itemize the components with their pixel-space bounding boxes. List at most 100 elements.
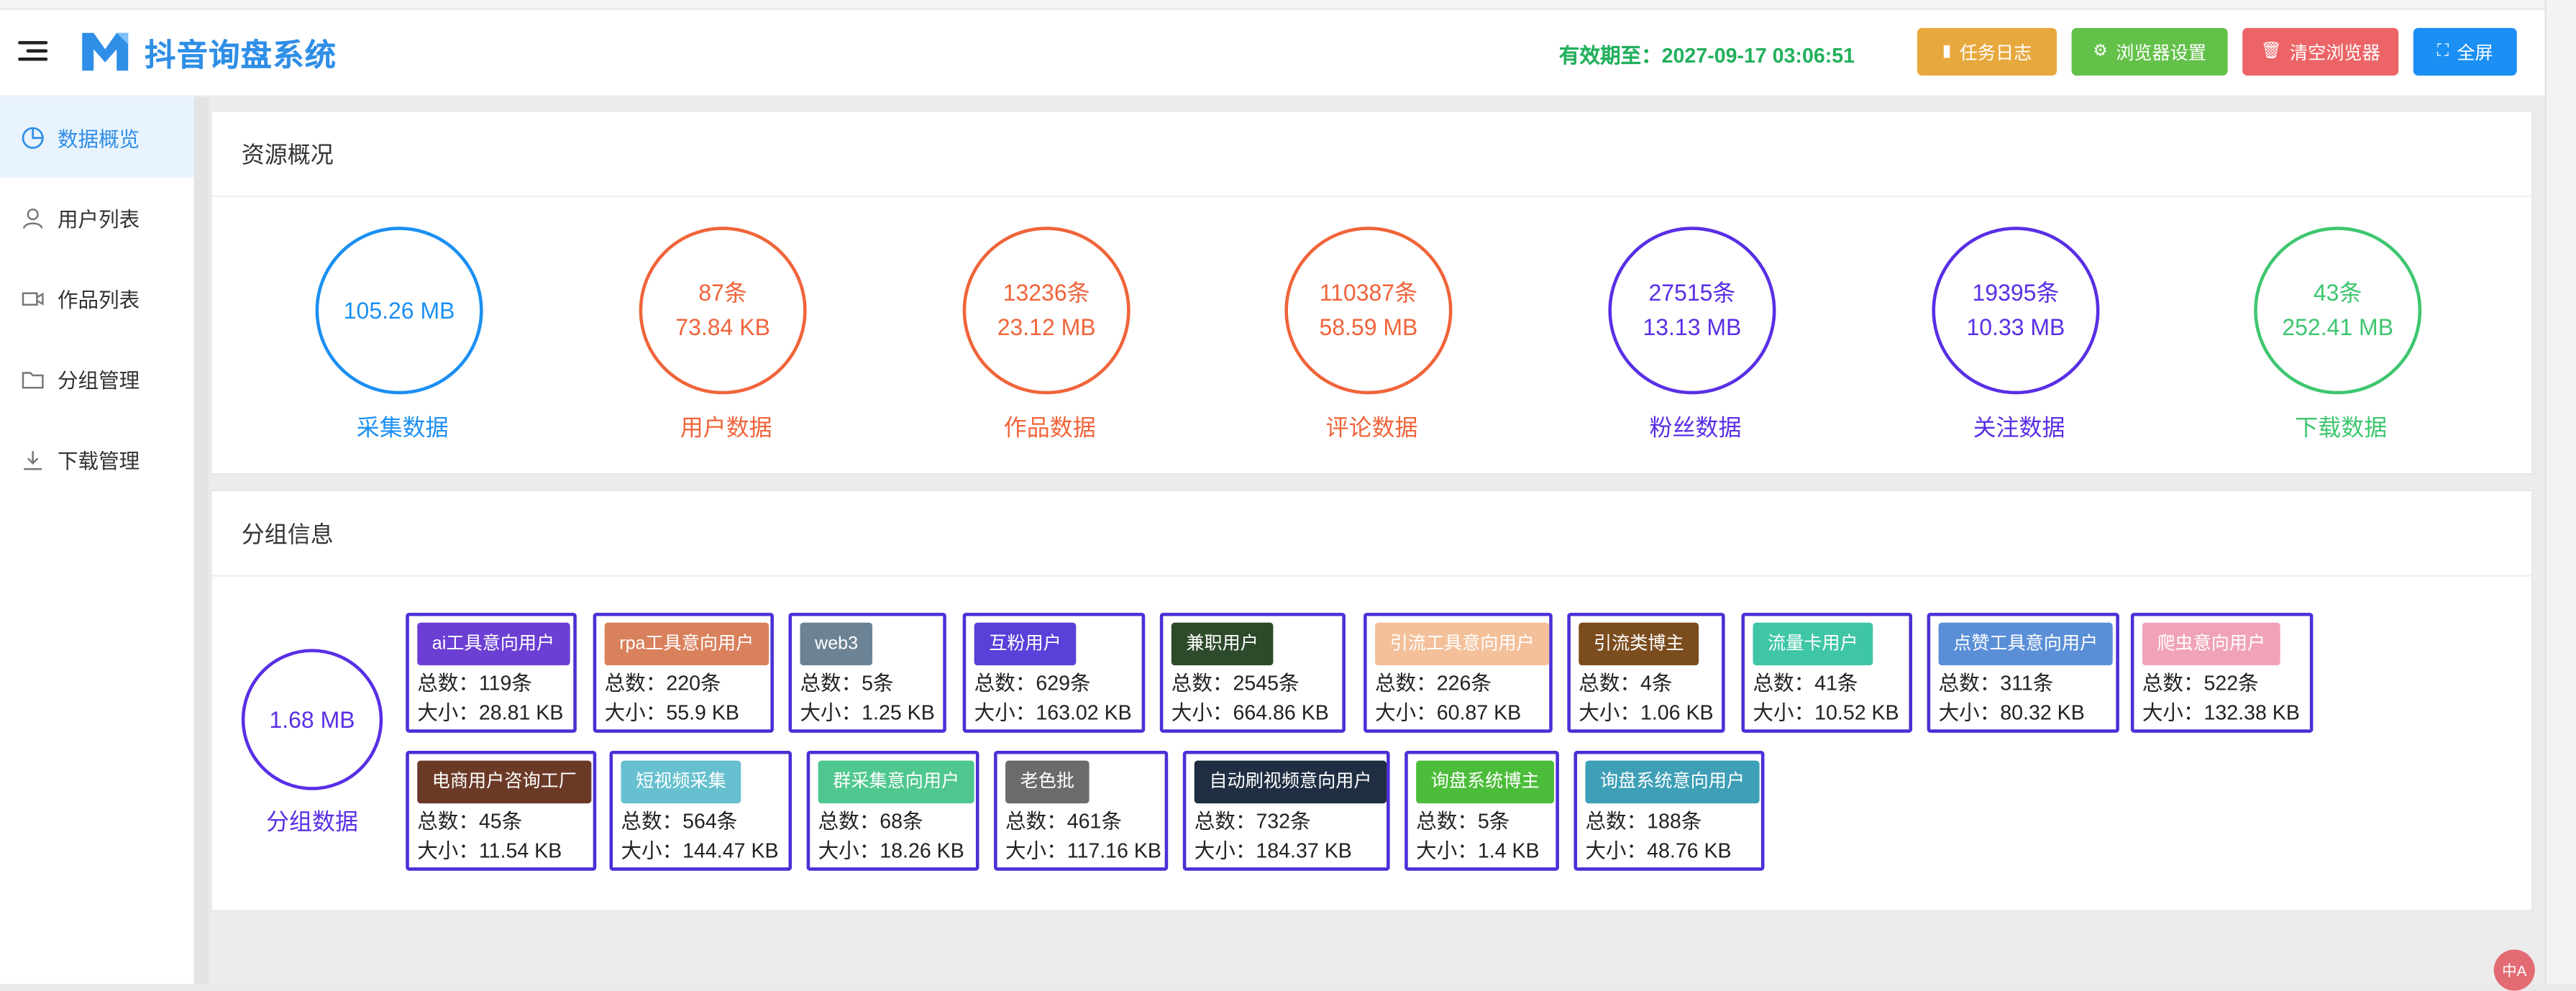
group-card[interactable]: 自动刷视频意向用户 总数：732条 大小：184.37 KB xyxy=(1182,750,1390,871)
group-card[interactable]: 短视频采集 总数：564条 大小：144.47 KB xyxy=(609,750,793,871)
group-tag: 老色批 xyxy=(1005,760,1090,804)
group-size: 大小：664.86 KB xyxy=(1171,701,1329,725)
resource-ring: 87条 73.84 KB xyxy=(639,227,807,395)
group-count: 总数：5条 xyxy=(1416,810,1510,834)
resource-item: 87条 73.84 KB 用户数据 xyxy=(639,227,813,444)
resource-ring: 13236条 23.12 MB xyxy=(962,227,1131,395)
group-card[interactable]: 询盘系统博主 总数：5条 大小：1.4 KB xyxy=(1405,750,1559,871)
group-tag: 流量卡用户 xyxy=(1753,622,1873,666)
folder-icon xyxy=(22,367,45,391)
sidebar-gutter xyxy=(195,96,209,985)
group-size: 大小：18.26 KB xyxy=(818,839,964,863)
sidebar-item-0[interactable]: 数据概览 xyxy=(0,96,194,178)
group-tag: ai工具意向用户 xyxy=(417,622,570,666)
sidebar-item-1[interactable]: 用户列表 xyxy=(0,178,194,258)
trash-icon: 🗑 xyxy=(2260,42,2282,61)
resource-value: 252.41 MB xyxy=(2282,314,2394,340)
group-size: 大小：48.76 KB xyxy=(1585,839,1732,863)
resource-ring: 43条 252.41 MB xyxy=(2254,227,2422,395)
video-icon xyxy=(22,287,45,310)
group-card[interactable]: 互粉用户 总数：629条 大小：163.02 KB xyxy=(962,613,1146,733)
group-card[interactable]: web3 总数：5条 大小：1.25 KB xyxy=(788,613,946,733)
task-log-label: 任务日志 xyxy=(1959,43,2032,63)
resource-label: 粉丝数据 xyxy=(1649,414,1742,441)
browser-settings-button[interactable]: ⚙ 浏览器设置 xyxy=(2071,27,2228,76)
group-size: 大小：11.54 KB xyxy=(417,839,562,863)
group-tag: web3 xyxy=(800,622,873,666)
group-card[interactable]: 兼职用户 总数：2545条 大小：664.86 KB xyxy=(1159,613,1346,733)
group-count: 总数：188条 xyxy=(1585,810,1702,834)
group-tag: rpa工具意向用户 xyxy=(604,622,769,666)
group-count: 总数：311条 xyxy=(1938,672,2054,695)
fullscreen-button[interactable]: ⛶ 全屏 xyxy=(2413,27,2517,76)
group-card[interactable]: 老色批 总数：461条 大小：117.16 KB xyxy=(994,750,1169,871)
page-scrollbar[interactable] xyxy=(2544,0,2576,985)
group-count: 总数：732条 xyxy=(1194,810,1311,834)
resource-ring: 19395条 10.33 MB xyxy=(1932,227,2100,395)
group-size: 大小：28.81 KB xyxy=(417,701,564,725)
group-card[interactable]: 流量卡用户 总数：41条 大小：10.52 KB xyxy=(1741,613,1913,733)
fullscreen-icon: ⛶ xyxy=(2436,42,2449,61)
resource-value: 87条 xyxy=(698,279,747,306)
group-count: 总数：564条 xyxy=(621,810,738,834)
group-size: 大小：1.25 KB xyxy=(800,701,935,725)
resource-item: 19395条 10.33 MB 关注数据 xyxy=(1932,227,2106,444)
group-card[interactable]: 询盘系统意向用户总数：188条大小：48.76 KB xyxy=(1574,750,1765,871)
resource-item: 43条 252.41 MB 下载数据 xyxy=(2254,227,2428,444)
user-icon xyxy=(22,206,45,229)
sidebar-item-label: 分组管理 xyxy=(57,369,140,393)
group-tag: 引流工具意向用户 xyxy=(1375,622,1550,666)
group-count: 总数：41条 xyxy=(1753,672,1858,695)
group-count: 总数：4条 xyxy=(1579,672,1673,695)
group-count: 总数：226条 xyxy=(1375,672,1492,695)
group-count: 总数：45条 xyxy=(417,810,523,834)
resources-title: 资源概况 xyxy=(211,111,2532,198)
group-size: 大小：55.9 KB xyxy=(604,701,739,725)
group-count: 总数：119条 xyxy=(417,672,533,695)
resource-value: 110387条 xyxy=(1319,279,1418,306)
group-card[interactable]: 引流类博主 总数：4条 大小：1.06 KB xyxy=(1567,613,1725,733)
resource-value: 27515条 xyxy=(1648,279,1736,306)
group-tag: 询盘系统意向用户 xyxy=(1585,760,1760,804)
pie-chart-icon xyxy=(22,126,45,149)
fullscreen-label: 全屏 xyxy=(2457,43,2493,63)
sidebar-item-2[interactable]: 作品列表 xyxy=(0,258,194,339)
sidebar-item-label: 用户列表 xyxy=(57,209,140,232)
resource-value: 13.13 MB xyxy=(1643,314,1742,340)
sidebar-item-3[interactable]: 分组管理 xyxy=(0,339,194,419)
resource-value: 73.84 KB xyxy=(675,314,770,340)
resource-value: 23.12 MB xyxy=(997,314,1096,340)
group-card[interactable]: 引流工具意向用户 总数：226条 大小：60.87 KB xyxy=(1364,613,1553,733)
group-card[interactable]: 爬虫意向用户 总数：522条 大小：132.38 KB xyxy=(2130,613,2314,733)
resource-ring: 110387条 58.59 MB xyxy=(1284,227,1453,395)
group-tag: 点赞工具意向用户 xyxy=(1938,622,2113,666)
resource-value: 58.59 MB xyxy=(1319,314,1418,340)
translate-icon[interactable]: 中A xyxy=(2493,949,2535,991)
clear-browser-button[interactable]: 🗑 清空浏览器 xyxy=(2242,27,2399,76)
group-count: 总数：68条 xyxy=(818,810,923,834)
sidebar-item-4[interactable]: 下载管理 xyxy=(0,419,194,500)
group-tag: 短视频采集 xyxy=(621,760,741,804)
resource-label: 下载数据 xyxy=(2295,414,2388,441)
menu-toggle-icon[interactable] xyxy=(18,41,48,64)
group-size: 大小：117.16 KB xyxy=(1005,839,1161,863)
resource-value: 43条 xyxy=(2313,279,2362,306)
group-card[interactable]: rpa工具意向用户 总数：220条 大小：55.9 KB xyxy=(593,613,774,733)
task-log-button[interactable]: ▮ 任务日志 xyxy=(1917,27,2057,76)
group-tag: 爬虫意向用户 xyxy=(2142,622,2280,666)
group-card[interactable]: 电商用户咨询工厂 总数：45条 大小：11.54 KB xyxy=(406,750,597,871)
top-strip xyxy=(0,0,2545,10)
resource-label: 用户数据 xyxy=(680,414,772,441)
page: 抖音询盘系统 有效期至：2027-09-17 03:06:51 ▮ 任务日志 ⚙… xyxy=(0,0,2576,991)
sidebar-item-label: 数据概览 xyxy=(57,128,140,152)
resource-label: 作品数据 xyxy=(1003,414,1096,441)
group-tag: 群采集意向用户 xyxy=(818,760,974,804)
group-card[interactable]: 点赞工具意向用户 总数：311条 大小：80.32 KB xyxy=(1927,613,2119,733)
group-card[interactable]: ai工具意向用户总数：119条大小：28.81 KB xyxy=(406,613,577,733)
groups-total-ring: 1.68 MB xyxy=(241,649,383,790)
browser-settings-label: 浏览器设置 xyxy=(2116,43,2206,63)
group-tag: 兼职用户 xyxy=(1171,622,1274,666)
group-card[interactable]: 群采集意向用户总数：68条大小：18.26 KB xyxy=(806,750,979,871)
clear-browser-label: 清空浏览器 xyxy=(2290,43,2380,63)
app-title: 抖音询盘系统 xyxy=(145,39,337,74)
